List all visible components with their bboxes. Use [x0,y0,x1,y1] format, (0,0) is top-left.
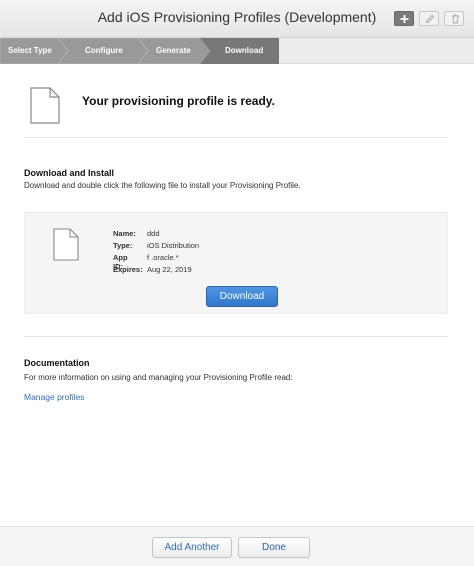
footer-bar: Add Another Done [0,526,474,566]
profile-card: Name: ddd Type: iOS Distribution App ID:… [24,212,448,314]
step-progress-bar: Select Type Configure Generate Download [0,38,474,64]
edit-button[interactable] [419,11,439,26]
trash-icon [452,14,459,24]
plus-icon [400,15,409,23]
type-label: Type: [113,241,133,250]
step-configure: Configure [85,46,123,55]
done-button[interactable]: Done [238,537,310,558]
step-download: Download [225,46,264,55]
main-content: Your provisioning profile is ready. Down… [0,64,474,530]
download-heading: Download and Install [24,168,115,178]
expires-label: Expires: [113,265,143,274]
document-icon [30,87,60,124]
expires-value: Aug 22, 2019 [147,265,192,274]
step-generate: Generate [156,46,191,55]
name-label: Name: [113,229,136,238]
pencil-icon [425,14,435,24]
download-description: Download and double click the following … [24,181,301,190]
divider [24,336,448,337]
documentation-heading: Documentation [24,358,90,368]
divider [24,137,448,138]
documentation-description: For more information on using and managi… [24,373,293,382]
step-select-type: Select Type [8,46,52,55]
window-titlebar: Add iOS Provisioning Profiles (Developme… [0,0,474,38]
type-value: iOS Distribution [147,241,200,250]
profile-document-icon [53,228,79,261]
delete-button[interactable] [444,11,464,26]
name-value: ddd [147,229,160,238]
manage-profiles-link[interactable]: Manage profiles [24,392,84,402]
add-another-button[interactable]: Add Another [152,537,232,558]
download-button[interactable]: Download [206,286,278,307]
add-button[interactable] [394,11,414,26]
status-heading: Your provisioning profile is ready. [82,94,275,108]
app-id-value: f .oracle.* [147,253,179,262]
